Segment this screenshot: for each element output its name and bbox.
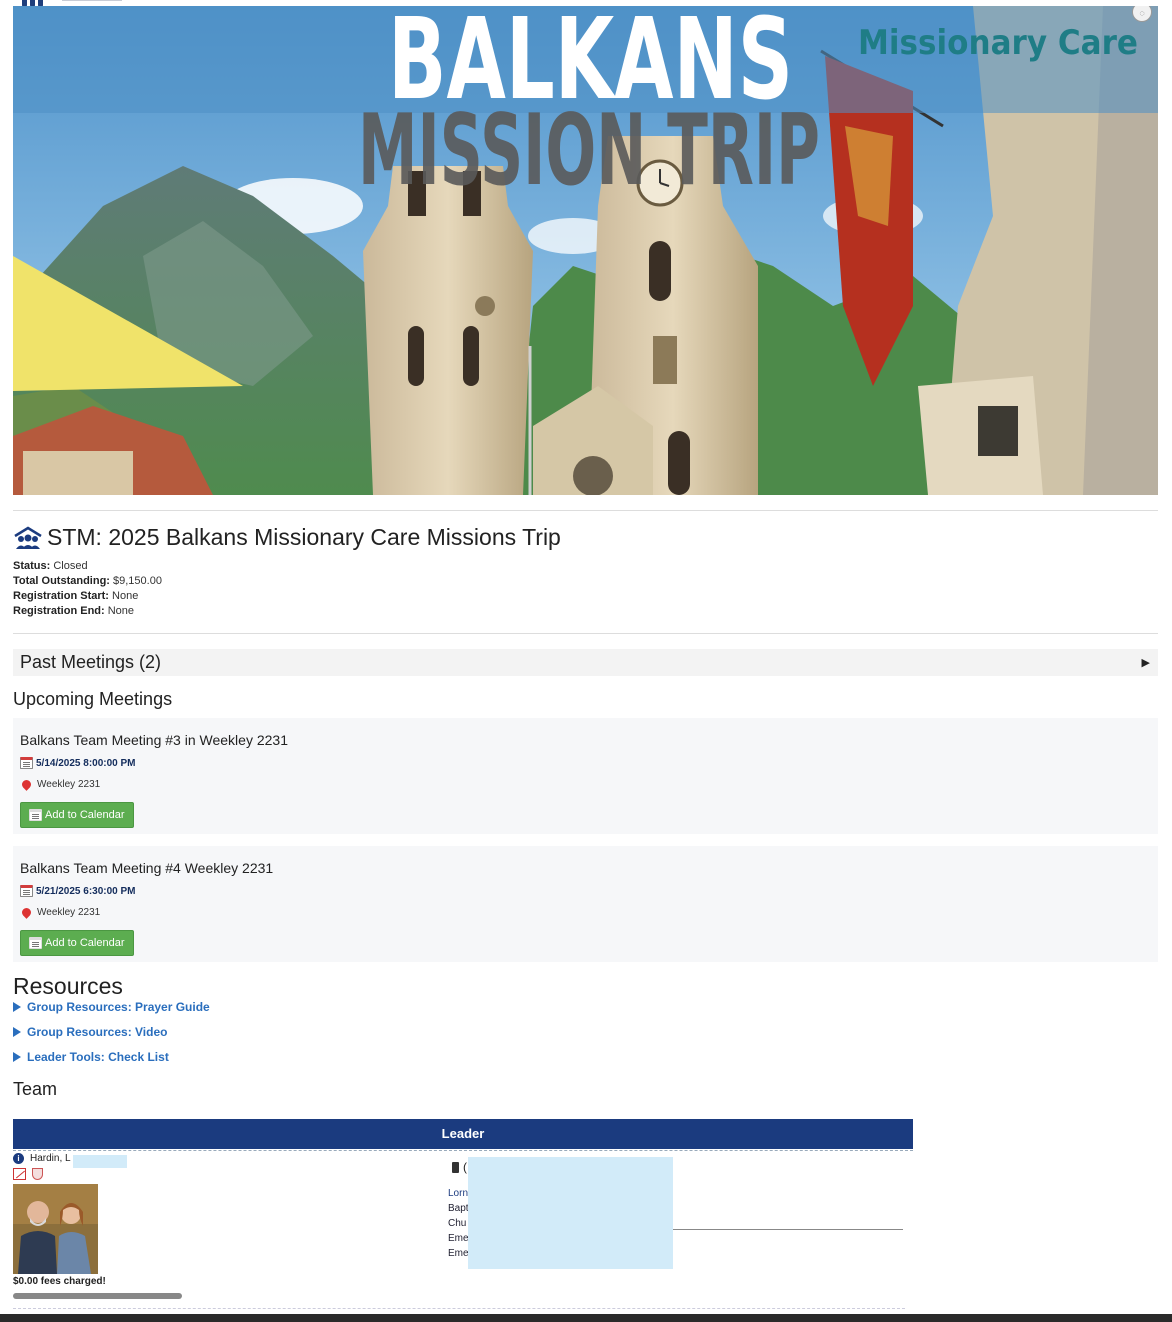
expand-arrow-icon[interactable]: ▶	[1142, 656, 1150, 669]
site-logo-text-fragment	[62, 0, 122, 1]
disclosure-triangle-icon	[13, 1052, 21, 1062]
meeting-title: Balkans Team Meeting #4 Weekley 2231	[20, 860, 274, 876]
calendar-icon	[20, 885, 33, 897]
outstanding-value: $9,150.00	[113, 575, 162, 587]
banner-brand: Missionary Care	[858, 23, 1138, 63]
meeting-card: Balkans Team Meeting #3 in Weekley 2231 …	[13, 718, 1158, 834]
member-name[interactable]: i Hardin, L	[13, 1153, 71, 1164]
reg-end-row: Registration End: None	[13, 605, 135, 617]
trip-title: STM: 2025 Balkans Missionary Care Missio…	[13, 524, 561, 551]
detail-line: Eme	[448, 1233, 469, 1244]
past-meetings-toggle[interactable]: Past Meetings (2) ▶	[13, 649, 1158, 676]
disclosure-triangle-icon	[13, 1027, 21, 1037]
upcoming-meetings-heading: Upcoming Meetings	[13, 689, 173, 709]
divider	[13, 510, 1158, 511]
detail-line[interactable]: Lorn	[448, 1186, 469, 1201]
info-icon[interactable]: i	[13, 1153, 24, 1164]
member-photo	[13, 1184, 98, 1274]
banner-headline-bottom: MISSION TRIP	[358, 94, 820, 208]
meeting-location: Weekley 2231	[20, 906, 100, 919]
meeting-title: Balkans Team Meeting #3 in Weekley 2231	[20, 732, 288, 748]
calendar-icon	[29, 937, 42, 949]
member-phone[interactable]: (	[452, 1160, 467, 1174]
resource-link-check-list[interactable]: Leader Tools: Check List	[13, 1050, 169, 1064]
add-to-calendar-button[interactable]: Add to Calendar	[20, 930, 134, 956]
divider	[13, 633, 1158, 634]
map-pin-icon	[20, 778, 33, 791]
resources-heading: Resources	[13, 973, 123, 999]
detail-line: Bapt	[448, 1203, 469, 1214]
group-people-icon	[14, 526, 42, 549]
member-status-icons	[13, 1168, 43, 1180]
trip-info: Status: Closed Total Outstanding: $9,150…	[13, 559, 162, 619]
divider	[672, 1229, 903, 1230]
window-bottom-edge	[0, 1314, 1172, 1322]
fees-charged: $0.00 fees charged!	[13, 1276, 106, 1287]
meeting-date: 5/14/2025 8:00:00 PM	[20, 757, 136, 769]
resource-link-prayer-guide[interactable]: Group Resources: Prayer Guide	[13, 1000, 210, 1014]
no-allergy-icon	[13, 1168, 26, 1180]
meeting-location: Weekley 2231	[20, 778, 100, 791]
trip-title-text: STM: 2025 Balkans Missionary Care Missio…	[47, 524, 561, 550]
reg-start-row: Registration Start: None	[13, 590, 139, 602]
detail-line: Eme	[448, 1248, 469, 1259]
calendar-icon	[20, 757, 33, 769]
member-details: Lorn Bapt Chu Eme Eme	[448, 1186, 469, 1261]
leader-header: Leader	[13, 1119, 913, 1149]
divider	[13, 1308, 905, 1309]
site-logo-fragment[interactable]	[22, 0, 52, 7]
reg-end-value: None	[107, 605, 135, 617]
fees-progress-bar	[13, 1293, 182, 1299]
banner-illustration: BALKANS MISSION TRIP Missionary Care	[13, 6, 1158, 495]
team-heading: Team	[13, 1079, 58, 1099]
reg-start-value: None	[112, 590, 139, 602]
add-to-calendar-button[interactable]: Add to Calendar	[20, 802, 134, 828]
divider	[13, 1150, 913, 1151]
meeting-date: 5/21/2025 6:30:00 PM	[20, 885, 136, 897]
phone-icon	[452, 1161, 459, 1173]
calendar-icon	[29, 809, 42, 821]
detail-line: Chu	[448, 1218, 467, 1229]
trip-banner-image: BALKANS MISSION TRIP Missionary Care ◌	[13, 6, 1158, 495]
status-value: Closed	[53, 560, 88, 572]
resource-link-video[interactable]: Group Resources: Video	[13, 1025, 167, 1039]
meeting-card: Balkans Team Meeting #4 Weekley 2231 5/2…	[13, 846, 1158, 962]
shield-icon	[32, 1168, 43, 1180]
past-meetings-label: Past Meetings (2)	[20, 652, 162, 672]
map-pin-icon	[20, 906, 33, 919]
redacted-block	[73, 1155, 127, 1168]
outstanding-row: Total Outstanding: $9,150.00	[13, 575, 162, 587]
disclosure-triangle-icon	[13, 1002, 21, 1012]
status-row: Status: Closed	[13, 560, 88, 572]
redacted-block	[468, 1157, 673, 1269]
